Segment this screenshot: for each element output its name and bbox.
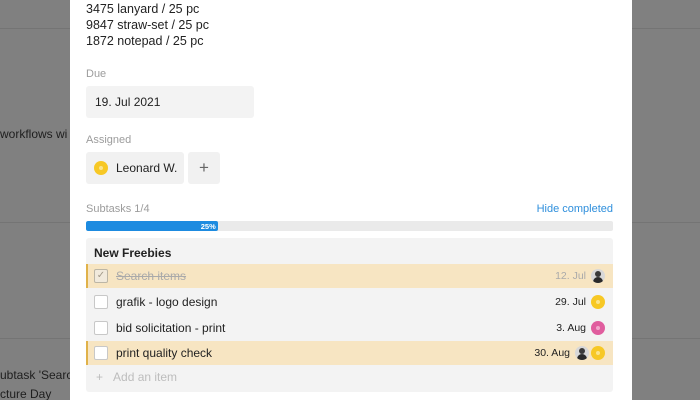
subtask-text[interactable]: bid solicitation - print <box>116 321 225 335</box>
background-divider <box>632 28 700 29</box>
add-assignee-button[interactable]: + <box>188 152 220 184</box>
subtask-assignees[interactable] <box>591 269 605 283</box>
background-text: workflows wi <box>0 127 68 141</box>
avatar <box>591 295 605 309</box>
background-divider <box>0 222 70 223</box>
subtask-checkbox[interactable] <box>94 321 108 335</box>
subtask-due-date[interactable]: 29. Jul <box>555 296 586 308</box>
subtask-assignees[interactable] <box>591 295 605 309</box>
subtask-due-date[interactable]: 12. Jul <box>555 270 586 282</box>
subtask-due-date[interactable]: 30. Aug <box>534 347 570 359</box>
subtask-item[interactable]: grafik - logo design 29. Jul <box>86 290 613 314</box>
subtask-text[interactable]: Search items <box>116 269 186 283</box>
avatar <box>591 321 605 335</box>
due-date-field[interactable]: 19. Jul 2021 <box>86 86 254 118</box>
subtask-assignees[interactable] <box>591 321 605 335</box>
assignee-name: Leonard W. <box>116 161 178 175</box>
background-text: cture Day <box>0 387 52 400</box>
subtask-meta: 12. Jul <box>555 269 605 283</box>
assigned-label: Assigned <box>86 134 132 146</box>
task-notes[interactable]: 3475 lanyard / 25 pc 9847 straw-set / 25… <box>86 1 209 49</box>
subtask-checkbox[interactable]: ✓ <box>94 269 108 283</box>
avatar <box>94 161 108 175</box>
note-line: 9847 straw-set / 25 pc <box>86 18 209 32</box>
hide-completed-link[interactable]: Hide completed <box>537 203 613 215</box>
subtask-item[interactable]: ✓ Search items 12. Jul <box>86 264 613 288</box>
task-detail-modal: 3475 lanyard / 25 pc 9847 straw-set / 25… <box>70 0 632 400</box>
subtasks-progress-bar: 25% <box>86 221 613 231</box>
note-line: 1872 notepad / 25 pc <box>86 34 204 48</box>
avatar <box>591 269 605 283</box>
subtask-meta: 29. Jul <box>555 295 605 309</box>
subtasks-count-label: Subtasks 1/4 <box>86 203 150 215</box>
subtask-item[interactable]: bid solicitation - print 3. Aug <box>86 316 613 340</box>
subtask-due-date[interactable]: 3. Aug <box>556 322 586 334</box>
assignee-chip[interactable]: Leonard W. <box>86 152 184 184</box>
progress-fill: 25% <box>86 221 218 231</box>
subtask-assignees[interactable] <box>575 346 605 360</box>
note-line: 3475 lanyard / 25 pc <box>86 2 200 16</box>
add-subtask-placeholder: Add an item <box>113 370 178 384</box>
progress-percent: 25% <box>200 221 216 231</box>
background-divider <box>632 222 700 223</box>
background-text: ubtask 'Searc <box>0 368 70 382</box>
subtask-text[interactable]: print quality check <box>116 346 212 360</box>
due-label: Due <box>86 68 107 80</box>
subtask-list: New Freebies ✓ Search items 12. Jul graf… <box>86 238 613 392</box>
background-divider <box>0 28 70 29</box>
subtask-text[interactable]: grafik - logo design <box>116 295 217 309</box>
background-divider <box>632 338 700 339</box>
subtask-item[interactable]: print quality check 30. Aug <box>86 341 613 365</box>
subtasks-header: Subtasks 1/4 Hide completed <box>86 203 613 215</box>
subtask-checkbox[interactable] <box>94 346 108 360</box>
check-icon: ✓ <box>96 270 106 281</box>
avatar <box>591 346 605 360</box>
plus-icon: + <box>199 158 209 177</box>
subtask-checkbox[interactable] <box>94 295 108 309</box>
subtask-meta: 30. Aug <box>534 346 605 360</box>
subtask-meta: 3. Aug <box>556 321 605 335</box>
plus-icon: + <box>96 370 104 384</box>
add-subtask-input[interactable]: + Add an item <box>96 370 177 384</box>
avatar <box>575 346 589 360</box>
background-divider <box>0 338 70 339</box>
subtask-list-title: New Freebies <box>94 246 172 260</box>
